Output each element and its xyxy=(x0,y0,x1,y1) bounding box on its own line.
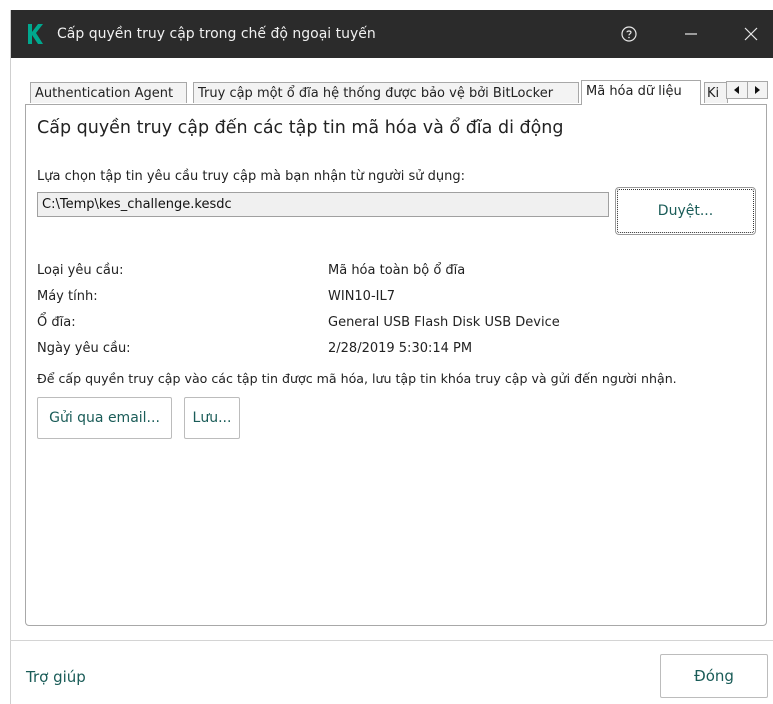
save-button[interactable]: Lưu... xyxy=(184,397,240,439)
request-type-label: Loại yêu cầu: xyxy=(37,263,124,278)
request-date-value: 2/28/2019 5:30:14 PM xyxy=(328,341,473,356)
tab-scroll-right-button[interactable] xyxy=(746,82,768,98)
select-file-label: Lựa chọn tập tin yêu cầu truy cập mà bạn… xyxy=(37,169,465,184)
close-button[interactable]: Đóng xyxy=(660,654,768,698)
tab-partial[interactable]: Ki xyxy=(704,82,728,103)
window-title: Cấp quyền truy cập trong chế độ ngoại tu… xyxy=(57,26,376,42)
tab-scroll-buttons xyxy=(726,81,768,99)
tab-authentication-agent[interactable]: Authentication Agent xyxy=(30,82,187,103)
minimize-button[interactable] xyxy=(667,10,715,58)
help-button[interactable] xyxy=(605,10,653,58)
request-type-value: Mã hóa toàn bộ ổ đĩa xyxy=(328,263,466,278)
tab-scroll-left-button[interactable] xyxy=(727,82,747,98)
browse-button[interactable]: Duyệt... xyxy=(615,187,756,235)
instruction-text: Để cấp quyền truy cập vào các tập tin đư… xyxy=(37,371,677,386)
computer-value: WIN10-IL7 xyxy=(328,289,395,304)
send-email-button[interactable]: Gửi qua email... xyxy=(37,397,172,439)
panel-heading: Cấp quyền truy cập đến các tập tin mã hó… xyxy=(37,118,564,138)
help-link[interactable]: Trợ giúp xyxy=(26,668,86,686)
kaspersky-logo-icon xyxy=(28,24,43,44)
file-path-field[interactable] xyxy=(37,192,609,217)
close-window-button[interactable] xyxy=(727,10,773,58)
tab-bitlocker-access[interactable]: Truy cập một ổ đĩa hệ thống được bảo vệ … xyxy=(193,82,579,103)
question-circle-icon xyxy=(621,26,637,42)
drive-value: General USB Flash Disk USB Device xyxy=(328,315,560,330)
minimize-icon xyxy=(685,33,697,35)
request-date-label: Ngày yêu cầu: xyxy=(37,341,131,356)
drive-label: Ổ đĩa: xyxy=(37,315,76,330)
title-bar: Cấp quyền truy cập trong chế độ ngoại tu… xyxy=(11,10,773,58)
close-icon xyxy=(744,27,758,41)
triangle-left-icon xyxy=(733,86,739,94)
triangle-right-icon xyxy=(755,86,761,94)
tab-data-encryption[interactable]: Mã hóa dữ liệu xyxy=(581,80,701,105)
computer-label: Máy tính: xyxy=(37,289,98,304)
footer-divider xyxy=(10,640,773,641)
